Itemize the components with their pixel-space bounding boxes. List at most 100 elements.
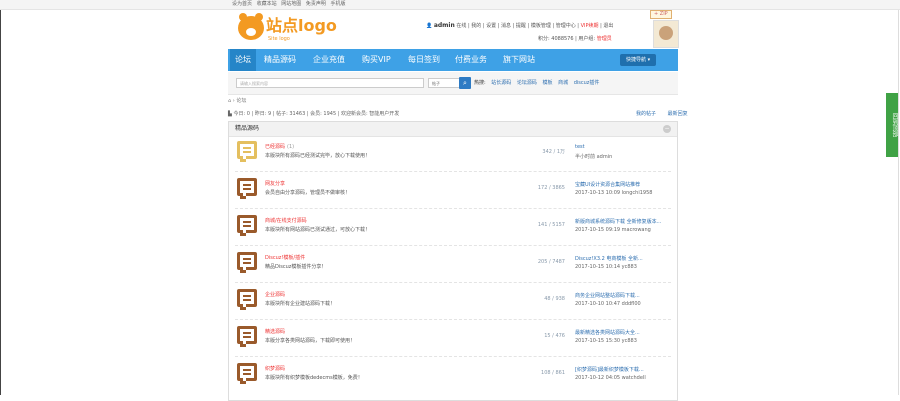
- forum-description: 本版块所有企业建站源码下载！: [265, 301, 336, 307]
- nav-item-sites[interactable]: 旗下网站: [498, 49, 540, 71]
- search-button[interactable]: ⌕: [459, 77, 471, 89]
- forum-topic-post-count: 48 / 938: [544, 296, 565, 302]
- latest-replies-link[interactable]: 最新回复: [668, 111, 688, 117]
- credits-label[interactable]: 积分: 4088576: [538, 36, 574, 42]
- hot-search-item[interactable]: discuz插件: [574, 80, 600, 86]
- user-link-templates[interactable]: 模板管理: [531, 23, 551, 29]
- top-link-sitemap[interactable]: 网站地图: [281, 1, 301, 7]
- back-to-top-tab[interactable]: 回到顶部: [886, 93, 898, 157]
- forum-name[interactable]: 织梦源码: [265, 365, 287, 372]
- site-logo[interactable]: 站点logo Site logo: [238, 13, 338, 46]
- forum-speech-bubble-icon: [237, 215, 257, 236]
- nav-item-daily-checkin[interactable]: 每日签到: [403, 49, 445, 71]
- panel-title: 精品源码: [235, 125, 260, 132]
- hot-search-item[interactable]: 商城: [558, 80, 568, 86]
- nav-item-enterprise-recharge[interactable]: 企业充值: [308, 49, 350, 71]
- user-link-admin[interactable]: 管理中心: [556, 23, 576, 29]
- last-post-meta: 2017-10-15 10:14 yc883: [575, 264, 637, 270]
- forum-topic-post-count: 172 / 3865: [537, 185, 565, 191]
- top-links: 设为首页 收藏本站 网站地图 免责声明 手机版: [232, 0, 348, 9]
- forum-name[interactable]: Discuz!模板/插件: [265, 254, 307, 261]
- search-input[interactable]: 请输入搜索内容: [236, 78, 424, 88]
- window-left-border: [0, 0, 1, 395]
- hot-search-item[interactable]: 站长源码: [491, 80, 511, 86]
- forum-speech-bubble-icon: [237, 363, 257, 384]
- row-divider: [235, 356, 671, 357]
- collapse-toggle-icon[interactable]: −: [663, 125, 671, 133]
- user-icon: 👤: [426, 23, 433, 29]
- forum-speech-bubble-icon: [237, 252, 257, 273]
- forum-speech-bubble-icon: [237, 326, 257, 347]
- last-post-title[interactable]: 新版商城系统源码下载 全新修复版本...: [575, 218, 661, 225]
- forum-row[interactable]: 织梦源码本版块所有织梦模板dedecms模板，免费！ 108 / 861 [织梦源码…: [229, 359, 677, 395]
- nav-item-forum[interactable]: 论坛: [230, 49, 256, 71]
- top-link-favorite[interactable]: 收藏本站: [257, 1, 277, 7]
- forum-row[interactable]: 网友分享会员自由分享源码，管理员不做审核！ 172 / 3865 宝藏UI设计资源合…: [229, 174, 677, 210]
- forum-name[interactable]: 网友分享: [265, 180, 287, 187]
- forum-name[interactable]: 商城/在线支付源码: [265, 217, 309, 224]
- user-link-vip[interactable]: VIP续期: [581, 23, 599, 29]
- user-link-notify[interactable]: 提醒: [516, 23, 526, 29]
- forum-name[interactable]: 企业源码: [265, 291, 287, 298]
- user-link-mine[interactable]: 我的: [471, 23, 481, 29]
- hot-search-item[interactable]: 模板: [543, 80, 553, 86]
- forum-description: 精品Discuz模板插件分享！: [265, 264, 327, 270]
- forum-description: 本版块所有织梦模板dedecms模板，免费！: [265, 375, 363, 381]
- forum-description: 本版块所有网站源码已测试通过，可放心下载！: [265, 227, 371, 233]
- nav-item-paid-service[interactable]: 付费业务: [450, 49, 492, 71]
- window-right-border: [898, 0, 899, 395]
- last-post-title[interactable]: 商务企业网站整站源码下载...: [575, 292, 640, 299]
- forum-speech-bubble-icon: [237, 289, 257, 310]
- forum-topic-post-count: 108 / 861: [541, 370, 565, 376]
- hot-search-label: 热搜:: [474, 80, 486, 86]
- last-post-title[interactable]: [织梦源码]最新织梦模板下载...: [575, 366, 644, 373]
- user-link-messages[interactable]: 消息: [501, 23, 511, 29]
- forum-topic-post-count: 15 / 476: [544, 333, 565, 339]
- search-row: 请输入搜索内容 帖子 ⌕ 热搜: 站长源码 论坛源码 模板 商城 discuz插…: [228, 72, 678, 95]
- nav-item-premium-source[interactable]: 精品源码: [259, 49, 301, 71]
- forum-row[interactable]: 商城/在线支付源码 本版块所有网站源码已测试通过，可放心下载！ 141 / 5157…: [229, 211, 677, 247]
- last-post-title[interactable]: test: [575, 144, 585, 150]
- hot-search: 热搜: 站长源码 论坛源码 模板 商城 discuz插件: [474, 79, 599, 86]
- breadcrumb[interactable]: ⌂ › 论坛: [228, 97, 246, 104]
- stats-chart-icon: ▙: [228, 111, 232, 117]
- last-post-meta: 2017-10-10 10:47 dddfl00: [575, 301, 641, 307]
- forum-name[interactable]: 已经源码 (1): [265, 143, 294, 150]
- forum-new-badge: (1): [287, 144, 295, 150]
- row-divider: [235, 319, 671, 320]
- row-divider: [235, 171, 671, 172]
- top-link-home[interactable]: 设为首页: [232, 1, 252, 7]
- last-post-meta: 2017-10-13 10:09 longchi1958: [575, 190, 653, 196]
- row-divider: [235, 245, 671, 246]
- last-post-title[interactable]: 最新精选各类网站源码大全...: [575, 329, 640, 336]
- username-link[interactable]: admin: [434, 22, 455, 29]
- user-link-logout[interactable]: 退出: [603, 23, 613, 29]
- panel-header: 精品源码 −: [229, 122, 677, 137]
- forum-description: 会员自由分享源码，管理员不做审核！: [265, 190, 351, 196]
- top-link-disclaimer[interactable]: 免责声明: [306, 1, 326, 7]
- avatar[interactable]: [653, 20, 679, 48]
- quick-nav-button[interactable]: 快捷导航 ▾: [620, 54, 657, 66]
- hot-search-item[interactable]: 论坛源码: [517, 80, 537, 86]
- group-value[interactable]: 管理员: [597, 36, 612, 42]
- row-divider: [235, 282, 671, 283]
- forum-topic-post-count: 342 / 1万: [542, 149, 565, 155]
- user-link-settings[interactable]: 设置: [486, 23, 496, 29]
- my-posts-link[interactable]: 我的帖子: [636, 111, 656, 117]
- last-post-meta: 2017-10-15 09:19 macrowang: [575, 227, 651, 233]
- forum-row[interactable]: Discuz!模板/插件 精品Discuz模板插件分享！ 205 / 7487 Dis…: [229, 248, 677, 284]
- site-header: 站点logo Site logo 👤 admin 在线 | 我的 | 设置 | …: [228, 10, 679, 48]
- nav-item-buy-vip[interactable]: 购买VIP: [357, 49, 396, 71]
- forum-description: 本版分享各类网站源码，下载即可使用！: [265, 338, 356, 344]
- forum-name[interactable]: 精选源码: [265, 328, 287, 335]
- forum-row[interactable]: 精选源码本版分享各类网站源码，下载即可使用！ 15 / 476 最新精选各类网站源码…: [229, 322, 677, 358]
- user-link-online[interactable]: 在线: [456, 23, 466, 29]
- forum-category-panel: 精品源码 − 已经源码 (1) 本版块所有源码已经测试完毕，放心下载使用！ 342 /…: [228, 121, 678, 401]
- last-post-meta: 2017-10-15 15:30 yc883: [575, 338, 637, 344]
- top-link-mobile[interactable]: 手机版: [330, 1, 345, 7]
- forum-row[interactable]: 企业源码本版块所有企业建站源码下载！ 48 / 938 商务企业网站整站源码下载..…: [229, 285, 677, 321]
- group-label: 用户组:: [578, 36, 596, 42]
- last-post-title[interactable]: Discuz!X3.2 电商模板 全新...: [575, 255, 643, 262]
- last-post-title[interactable]: 宝藏UI设计资源合集网站推荐: [575, 181, 640, 188]
- forum-row[interactable]: 已经源码 (1) 本版块所有源码已经测试完毕，放心下载使用！ 342 / 1万 test…: [229, 137, 677, 173]
